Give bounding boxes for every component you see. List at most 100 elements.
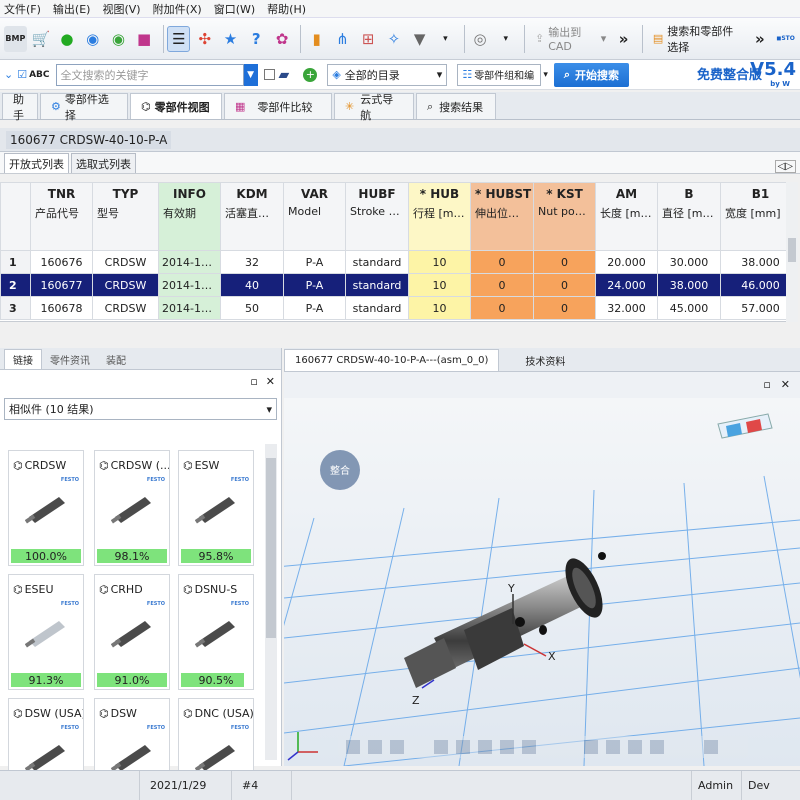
table-cell[interactable]: 24.000	[595, 273, 658, 297]
similar-parts-scrollbar-thumb[interactable]	[266, 458, 276, 638]
tab-search-results[interactable]: ⌕ 搜索结果	[416, 93, 496, 119]
scroll-tabs-icon[interactable]: ◁▷	[774, 160, 796, 173]
overflow-chevron-icon[interactable]: »	[749, 26, 772, 52]
table-cell[interactable]: 2014-12-31	[158, 296, 221, 320]
row-index[interactable]: 2	[0, 273, 31, 297]
table-cell[interactable]: 0	[533, 250, 596, 274]
table-cell[interactable]: 10	[408, 273, 471, 297]
table-cell[interactable]: standard	[345, 250, 409, 274]
tab-part-compare[interactable]: ▦ 零部件比较	[224, 93, 332, 119]
3d-viewport[interactable]: 整合 Y X Z	[284, 398, 800, 766]
restore-window-icon[interactable]: ▫	[250, 375, 257, 388]
cart-icon[interactable]: 🛒	[30, 26, 53, 52]
similar-part-tile[interactable]: ⌬ ESW FESTO 95.8%	[178, 450, 254, 566]
table-cell[interactable]: CRDSW	[92, 296, 159, 320]
table-cell[interactable]: 57.000	[720, 296, 796, 320]
restore-window-icon[interactable]: ▫	[763, 378, 770, 391]
tab-part-view[interactable]: ⌬ 零部件视图	[130, 93, 222, 119]
close-icon[interactable]: ✕	[781, 378, 790, 391]
column-header[interactable]: HUBF Stroke stan...	[345, 182, 409, 251]
star-icon[interactable]: ★	[219, 26, 242, 52]
table-cell[interactable]: 20.000	[595, 250, 658, 274]
table-cell[interactable]: 40	[220, 273, 284, 297]
tab-part-info[interactable]: 零件资讯	[42, 349, 98, 369]
close-icon[interactable]: ✕	[266, 375, 275, 388]
table-cell[interactable]: 10	[408, 250, 471, 274]
tab-part-selection[interactable]: ⚙ 零部件选择	[40, 93, 128, 122]
tab-open-list[interactable]: 开放式列表	[4, 153, 69, 173]
column-header[interactable]: B1 宽度 [mm]	[720, 182, 796, 251]
table-cell[interactable]: 0	[533, 296, 596, 320]
table-cell[interactable]: 50	[220, 296, 284, 320]
table-cell[interactable]: standard	[345, 273, 409, 297]
similar-parts-dropdown[interactable]: 相似件 (10 结果) ▾	[4, 398, 277, 420]
table-cell[interactable]: P-A	[283, 296, 346, 320]
similar-part-tile[interactable]: ⌬ ESEU FESTO 91.3%	[8, 574, 84, 690]
table-cell[interactable]: 0	[470, 250, 534, 274]
chevron-down-icon[interactable]: ▾	[543, 70, 548, 80]
traffic-light-icon[interactable]: ●	[56, 26, 79, 52]
table-cell[interactable]: 160678	[30, 296, 93, 320]
more-dropdown-icon[interactable]: ▾	[494, 26, 517, 52]
overflow-chevron-icon[interactable]: »	[612, 26, 635, 52]
column-header[interactable]: B 直径 [mm]	[657, 182, 721, 251]
expand-chevron-icon[interactable]: ⌄	[4, 68, 13, 81]
search-select-button[interactable]: ▤ 搜索和零部件选择	[647, 25, 749, 54]
abc-checkbox-icon[interactable]: ☑	[17, 68, 27, 81]
tab-select-list[interactable]: 选取式列表	[71, 153, 136, 173]
bar-chart-icon[interactable]: ▮	[305, 26, 328, 52]
table-cell[interactable]: 0	[470, 273, 534, 297]
column-header[interactable]: INFO 有效期	[158, 182, 221, 251]
filter-icon[interactable]: ▼	[408, 26, 431, 52]
table-cell[interactable]: 45.000	[657, 296, 721, 320]
similar-part-tile[interactable]: ⌬ CRHD FESTO 91.0%	[94, 574, 170, 690]
table-scrollbar-thumb[interactable]	[788, 238, 796, 262]
menu-export[interactable]: 输出(E)	[53, 1, 91, 17]
similar-part-tile[interactable]: ⌬ CRDSW (... FESTO 98.1%	[94, 450, 170, 566]
row-index[interactable]: 1	[0, 250, 31, 274]
tab-cloud-nav[interactable]: ✳ 云式导航	[334, 93, 414, 122]
table-cell[interactable]: standard	[345, 296, 409, 320]
column-header[interactable]: * HUB 行程 [mm]	[408, 182, 471, 251]
table-cell[interactable]: 30.000	[657, 250, 721, 274]
similar-part-tile[interactable]: ⌬ DSNU-S FESTO 90.5%	[178, 574, 254, 690]
catalog-select[interactable]: ◈ 全部的目录 ▾	[327, 63, 448, 86]
help-icon[interactable]: ?	[245, 26, 268, 52]
search-input[interactable]: 全文搜索的关键字	[55, 63, 244, 86]
shapes-icon[interactable]: ■	[133, 26, 156, 52]
option-checkbox[interactable]	[263, 69, 275, 80]
table-cell[interactable]: 2014-12-31	[158, 250, 221, 274]
hierarchy-icon[interactable]: ⊞	[357, 26, 380, 52]
tab-assembly[interactable]: 装配	[98, 349, 134, 369]
parts-group-select[interactable]: ☷ 零部件组和编	[457, 63, 542, 86]
column-header[interactable]: TNR 产品代号	[30, 182, 93, 251]
tab-links[interactable]: 链接	[4, 349, 42, 369]
column-header[interactable]: TYP 型号	[92, 182, 159, 251]
add-green-icon[interactable]: +	[303, 67, 318, 82]
export-cad-button[interactable]: ⇪ 输出到CAD ▾	[529, 26, 612, 53]
table-row[interactable]: 2 160677 CRDSW 2014-12-31 40 P-A standard 10 0 0 2…	[0, 273, 796, 297]
sphere-blue-icon[interactable]: ◉	[81, 26, 104, 52]
table-vertical-scrollbar[interactable]	[786, 182, 798, 322]
bmp-export-icon[interactable]: BMP	[4, 25, 27, 52]
column-header[interactable]: KDM 活塞直径 [...	[220, 182, 284, 251]
table-cell[interactable]: 38.000	[720, 250, 796, 274]
column-header[interactable]: AM 长度 [mm]	[595, 182, 658, 251]
table-cell[interactable]: 38.000	[657, 273, 721, 297]
menu-file[interactable]: 文件(F)	[4, 1, 41, 17]
table-cell[interactable]: P-A	[283, 273, 346, 297]
table-cell[interactable]: CRDSW	[92, 273, 159, 297]
similar-part-tile[interactable]: ⌬ CRDSW FESTO 100.0%	[8, 450, 84, 566]
tab-3d-model[interactable]: 160677 CRDSW-40-10-P-A---(asm_0_0)	[284, 349, 500, 371]
book-icon[interactable]: ▰	[279, 67, 290, 83]
menu-view[interactable]: 视图(V)	[102, 1, 140, 17]
table-row[interactable]: 3 160678 CRDSW 2014-12-31 50 P-A standard 10 0 0 3…	[0, 296, 796, 320]
table-cell[interactable]: 2014-12-31	[158, 273, 221, 297]
start-search-button[interactable]: ⌕ 开始搜索	[553, 62, 630, 87]
magic-wand-icon[interactable]: ✧	[383, 26, 406, 52]
table-cell[interactable]: 160677	[30, 273, 93, 297]
combine-button[interactable]: 整合	[320, 450, 360, 490]
column-header[interactable]: * KST Nut positio...	[533, 182, 596, 251]
search-history-dropdown[interactable]: ▼	[243, 63, 258, 86]
menu-window[interactable]: 窗口(W)	[214, 1, 255, 17]
